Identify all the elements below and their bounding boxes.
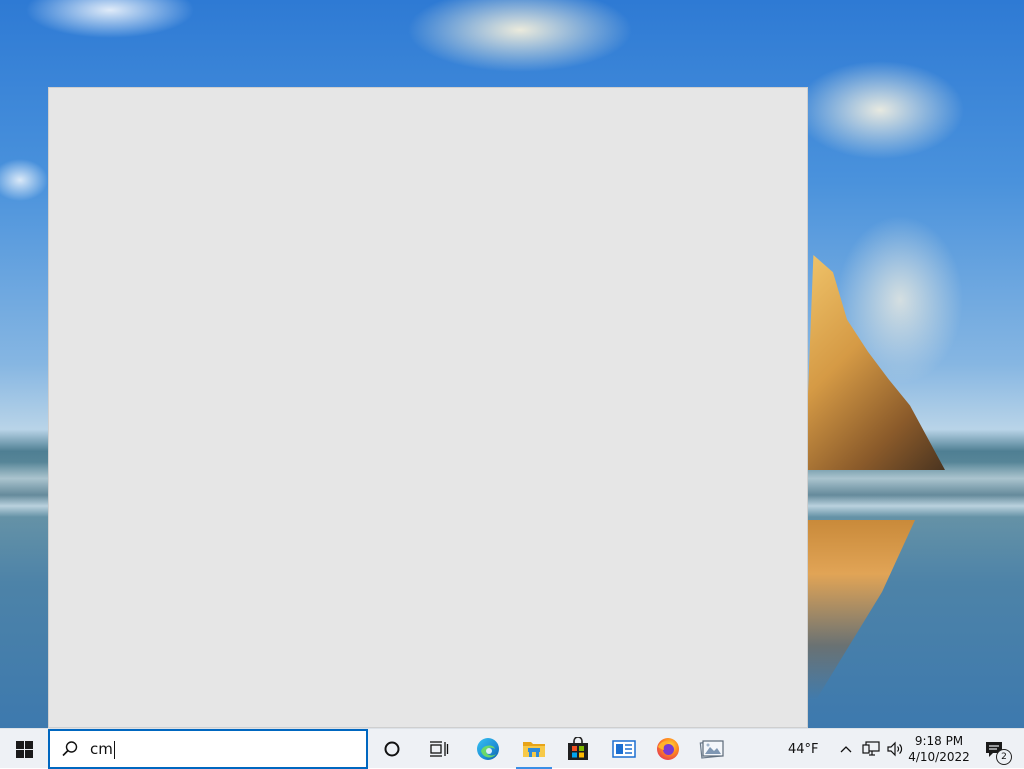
taskbar-app-file-explorer[interactable] xyxy=(512,729,556,769)
taskbar-app-store[interactable] xyxy=(556,729,600,769)
task-view-icon xyxy=(430,741,449,757)
cortana-button[interactable] xyxy=(370,729,414,769)
edge-icon xyxy=(477,738,499,760)
network-button[interactable] xyxy=(860,729,882,769)
image-viewer-icon xyxy=(699,740,724,759)
search-input[interactable]: cm xyxy=(90,739,115,759)
store-icon xyxy=(568,737,588,760)
taskbar-app-image-viewer[interactable] xyxy=(690,729,734,769)
windows-logo-icon xyxy=(15,740,33,758)
speaker-icon xyxy=(887,741,903,757)
clock-time: 9:18 PM xyxy=(914,734,964,748)
weather-widget[interactable]: 44°F xyxy=(788,729,819,769)
chevron-up-icon xyxy=(840,746,852,753)
wallpaper-rock-reflection xyxy=(805,520,915,700)
search-box[interactable]: cm xyxy=(48,729,368,769)
taskbar-app-edge[interactable] xyxy=(466,729,510,769)
wallpaper-rock xyxy=(805,255,945,470)
cortana-circle-icon xyxy=(384,741,400,757)
volume-button[interactable] xyxy=(884,729,906,769)
search-icon xyxy=(50,740,90,758)
action-center-button[interactable]: 2 xyxy=(974,729,1014,769)
network-ethernet-icon xyxy=(862,741,880,756)
taskbar-app-news[interactable] xyxy=(602,729,646,769)
taskbar: cm 44°F 9:18 PM 4/10/2022 2 xyxy=(0,728,1024,769)
taskbar-app-firefox[interactable] xyxy=(646,729,690,769)
news-icon xyxy=(612,740,636,758)
folder-icon xyxy=(523,742,545,757)
clock-date: 4/10/2022 xyxy=(908,750,970,764)
clock-button[interactable]: 9:18 PM 4/10/2022 xyxy=(908,729,970,769)
task-view-button[interactable] xyxy=(416,729,462,769)
show-hidden-icons-button[interactable] xyxy=(836,729,856,769)
firefox-icon xyxy=(657,738,679,760)
start-button[interactable] xyxy=(0,729,48,769)
text-caret xyxy=(113,740,115,759)
notification-count-badge: 2 xyxy=(996,749,1012,765)
search-results-panel xyxy=(48,87,808,728)
weather-temperature: 44°F xyxy=(788,741,819,757)
search-query-text: cm xyxy=(90,740,113,759)
